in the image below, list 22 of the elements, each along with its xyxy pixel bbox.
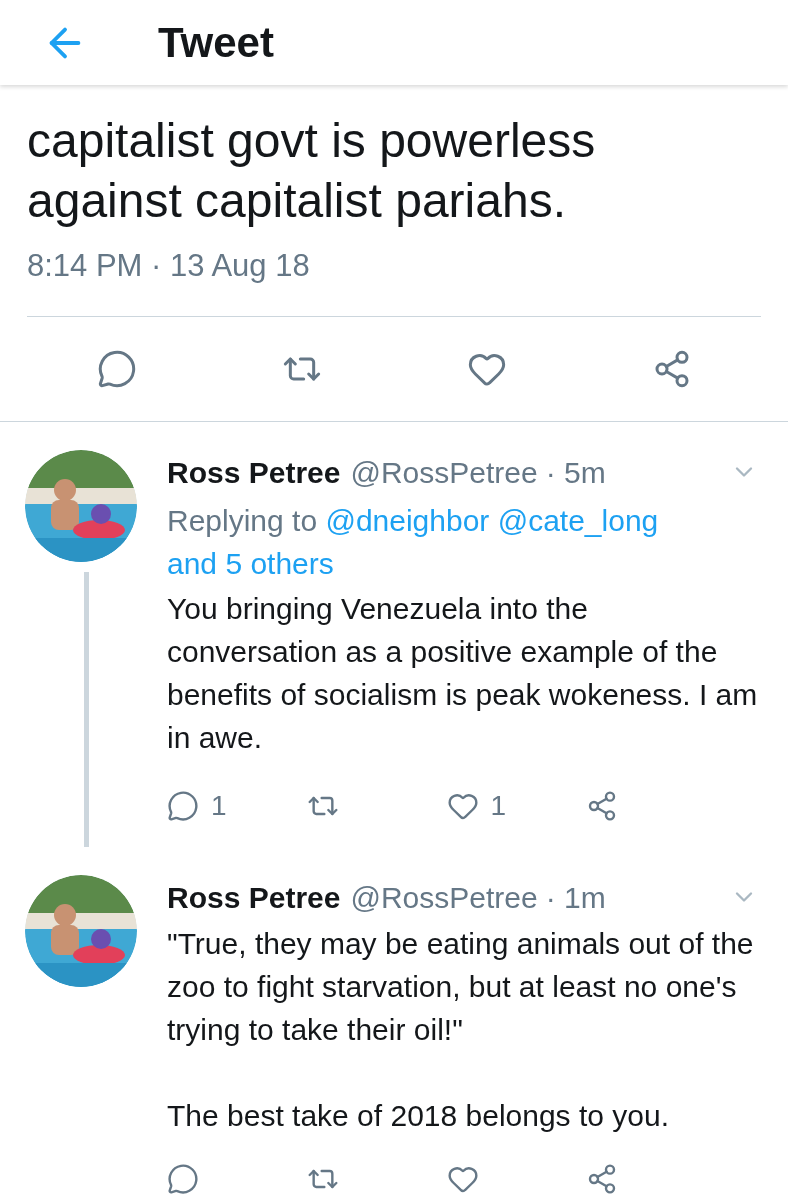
tweet-timestamp: 8:14 PM · 13 Aug 18 <box>27 247 311 285</box>
reply-text: The best take of 2018 belongs to you. <box>167 1097 671 1134</box>
mention-link[interactable]: @dneighbor <box>325 503 490 537</box>
user-handle: @RossPetree <box>350 879 538 916</box>
action-count: 1 <box>490 788 507 823</box>
user-name: Ross Petree <box>167 454 341 491</box>
user-handle: @RossPetree <box>350 454 538 491</box>
reply-text: You bringing Venezuela into the conversation as a positive example of the benefits of socialism is peak wokeness. I am in awe. <box>167 590 758 756</box>
reply-time: · 1m <box>545 879 606 916</box>
tweet-text: against capitalist pariahs. <box>27 173 567 229</box>
reply-icon[interactable] <box>167 789 199 822</box>
reply-icon[interactable] <box>96 348 137 389</box>
mention-link[interactable]: and 5 others <box>167 546 334 580</box>
mention-link[interactable]: @cate_long <box>497 503 659 537</box>
page-title: Tweet <box>158 18 274 68</box>
replying-to: Replying to @dneighbor @cate_long and 5 others <box>167 502 660 582</box>
action-count: 1 <box>211 788 227 823</box>
reply-icon[interactable] <box>167 1162 199 1195</box>
reply-time: · 5m <box>545 454 606 491</box>
tweet-text: capitalist govt is powerless <box>27 113 597 169</box>
user-name: Ross Petree <box>167 879 341 916</box>
reply-text: "True, they may be eating animals out of the zoo to fight starvation, but at least no one's trying to take their oil!" <box>167 925 755 1048</box>
